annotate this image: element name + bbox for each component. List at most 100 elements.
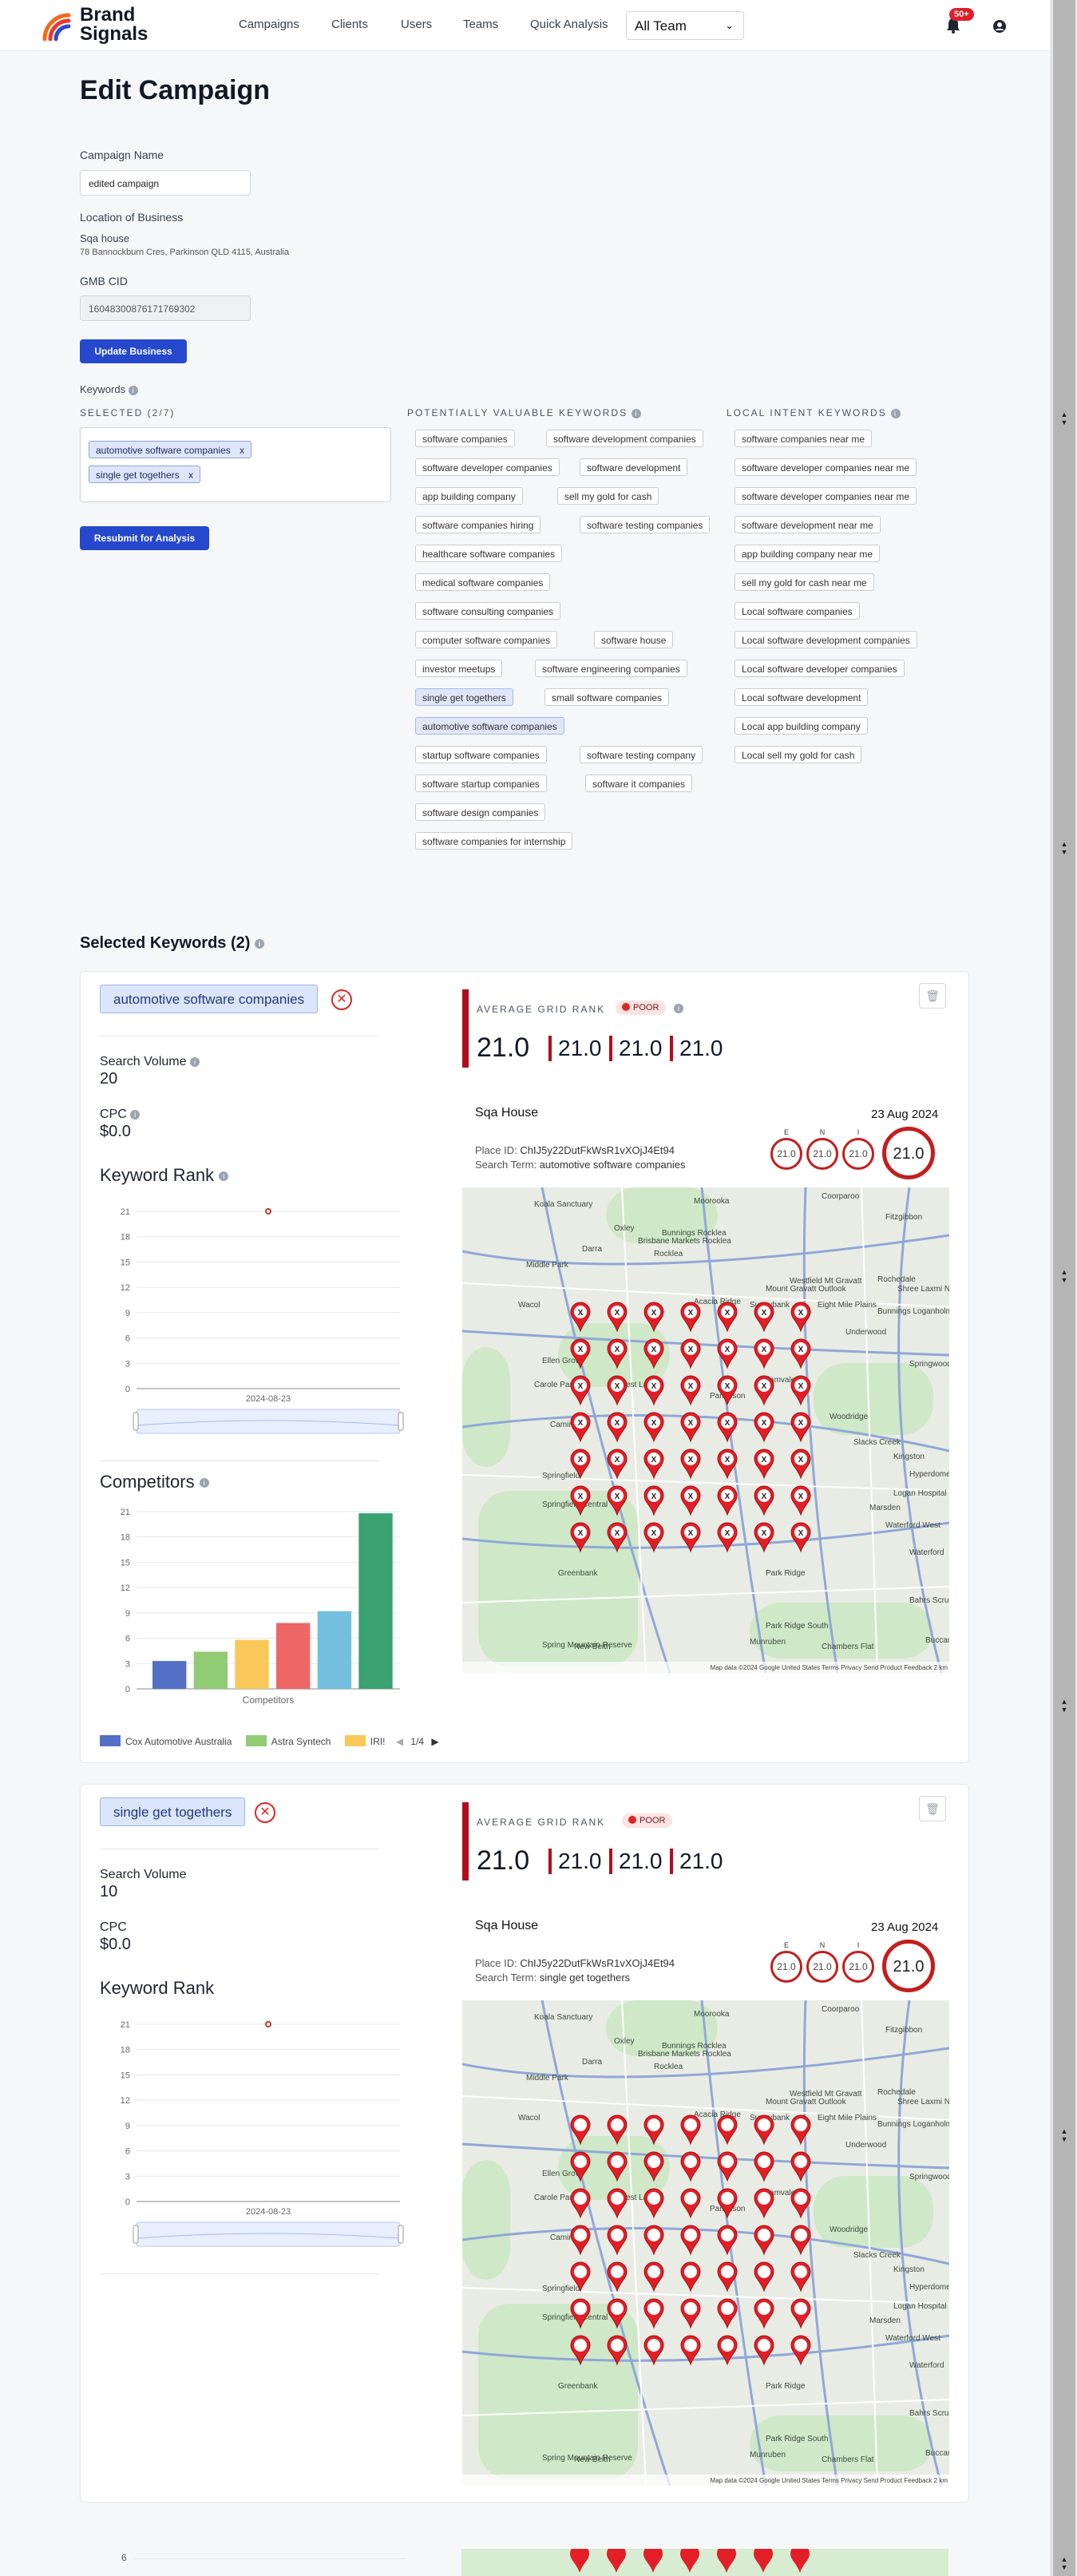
zoom-handle-left[interactable] (133, 2225, 139, 2244)
scrollbar-thumb[interactable] (1053, 0, 1075, 2576)
remove-keyword-icon[interactable]: x (240, 445, 244, 456)
y-tick-label: 0 (125, 1385, 130, 1394)
grid-pin[interactable] (717, 2549, 736, 2573)
remove-keyword-icon[interactable]: ✕ (255, 1802, 275, 1823)
keyword-chip[interactable]: software startup companies (415, 775, 547, 792)
keyword-chip[interactable]: Local software development companies (734, 631, 917, 648)
nav-teams[interactable]: Teams (463, 18, 498, 31)
keyword-chip[interactable]: software developer companies near me (734, 458, 917, 476)
competitor-bar[interactable] (235, 1639, 269, 1689)
legend-prev-icon[interactable]: ◀ (396, 1736, 403, 1747)
info-icon[interactable]: i (219, 1171, 229, 1182)
resubmit-analysis-button[interactable]: Resubmit for Analysis (80, 526, 209, 550)
business-name: Sqa House (475, 1919, 539, 1932)
keyword-chip[interactable]: software development near me (734, 516, 881, 533)
brand-logo[interactable]: Brand Signals (40, 6, 152, 44)
keyword-chip[interactable]: app building company (415, 487, 523, 505)
keyword-chip[interactable]: Local app building company (734, 717, 868, 735)
map-place-label: Shree Laxmi Narayan Mandir (897, 1285, 949, 1294)
keyword-chip[interactable]: computer software companies (415, 631, 558, 648)
keyword-chip[interactable]: software developer companies near me (734, 487, 917, 505)
info-icon[interactable]: i (891, 408, 901, 418)
delete-card-button[interactable]: 🗑 (919, 983, 946, 1009)
keyword-chip[interactable]: Local sell my gold for cash (734, 746, 862, 763)
zoom-handle-right[interactable] (398, 1412, 404, 1431)
keyword-chip[interactable]: healthcare software companies (415, 545, 563, 562)
keyword-chip[interactable]: software developer companies (415, 458, 560, 476)
info-icon[interactable]: i (189, 1056, 200, 1067)
y-tick-label: 18 (121, 2046, 130, 2055)
zoom-slider[interactable] (136, 1409, 401, 1434)
info-icon[interactable]: i (199, 1478, 209, 1488)
keyword-chip[interactable]: software testing company (580, 746, 703, 763)
keyword-chip[interactable]: medical software companies (415, 573, 551, 591)
competitor-bar[interactable] (358, 1513, 393, 1689)
zoom-handle-right[interactable] (398, 2225, 404, 2244)
grid-pin[interactable] (643, 2549, 663, 2573)
keyword-chip[interactable]: Local software development (734, 688, 869, 706)
user-account-icon[interactable] (992, 19, 1007, 34)
grid-pin[interactable] (570, 2549, 589, 2573)
keyword-chip[interactable]: software companies hiring (415, 516, 541, 533)
legend-item[interactable]: Cox Automotive Australia (100, 1735, 232, 1747)
keyword-chip[interactable]: software development companies (546, 430, 703, 447)
nav-users[interactable]: Users (401, 18, 432, 31)
rank-point[interactable] (265, 1208, 271, 1215)
nav-campaigns[interactable]: Campaigns (239, 18, 299, 31)
legend-item[interactable]: Astra Syntech (245, 1735, 331, 1747)
remove-keyword-icon[interactable]: x (188, 470, 193, 481)
info-icon[interactable]: i (254, 938, 264, 949)
keyword-chip[interactable]: software house (594, 631, 674, 648)
legend-item[interactable]: IRI! (344, 1735, 385, 1747)
keyword-chip[interactable]: software it companies (585, 775, 693, 792)
grid-pin[interactable] (754, 2549, 773, 2573)
grid-pin[interactable] (680, 2549, 699, 2573)
competitor-bar[interactable] (317, 1611, 352, 1689)
delete-card-button[interactable]: 🗑 (919, 1796, 946, 1821)
legend-next-icon[interactable]: ▶ (431, 1736, 438, 1747)
info-icon[interactable]: i (674, 1004, 683, 1013)
keyword-chip[interactable]: investor meetups (415, 660, 503, 677)
selected-keywords-box[interactable]: automotive software companies x single g… (80, 427, 391, 502)
gmb-cid-input[interactable]: 16048300876171769302 (80, 295, 251, 321)
keyword-chip[interactable]: software companies for internship (415, 832, 573, 850)
keyword-chip[interactable]: Local software developer companies (734, 660, 905, 677)
info-icon[interactable]: i (632, 408, 642, 418)
keyword-chip[interactable]: app building company near me (734, 545, 881, 562)
keyword-chip[interactable]: single get togethers (415, 688, 513, 706)
place-id-label: Place ID: (475, 1957, 517, 1969)
grid-rank-map[interactable]: Moorooka Coorparoo Koala Sanctuary Oxley Dar… (462, 1187, 949, 1673)
keyword-chip[interactable]: software engineering companies (535, 660, 687, 677)
rank-point[interactable] (265, 2021, 271, 2027)
team-select[interactable]: All Team ⌄ (626, 11, 744, 40)
keyword-chip[interactable]: software testing companies (580, 516, 711, 533)
keyword-chip[interactable]: sell my gold for cash near me (734, 573, 874, 591)
info-icon[interactable]: i (128, 385, 138, 395)
keyword-chip[interactable]: automotive software companies (415, 717, 564, 735)
info-icon[interactable]: i (130, 1109, 141, 1120)
nav-quick-analysis[interactable]: Quick Analysis (530, 18, 608, 31)
competitor-bar[interactable] (276, 1623, 311, 1689)
grid-pin[interactable] (790, 2549, 810, 2573)
grid-rank-map[interactable]: Moorooka Coorparoo Koala Sanctuary Oxley Dar… (462, 2000, 949, 2486)
keyword-chip[interactable]: software companies near me (734, 430, 873, 447)
keyword-chip[interactable]: Local software companies (734, 602, 860, 620)
keyword-chip[interactable]: software companies (415, 430, 515, 447)
keyword-card: automotive software companies ✕ 🗑 Search… (80, 971, 969, 1763)
keyword-chip[interactable]: software design companies (415, 803, 546, 821)
keyword-chip[interactable]: software consulting companies (415, 602, 561, 620)
nav-clients[interactable]: Clients (331, 18, 368, 31)
keyword-chip[interactable]: small software companies (544, 688, 670, 706)
remove-keyword-icon[interactable]: ✕ (331, 989, 352, 1010)
zoom-handle-left[interactable] (133, 1412, 139, 1431)
keyword-chip[interactable]: sell my gold for cash (557, 487, 659, 505)
zoom-slider[interactable] (136, 2221, 401, 2247)
campaign-name-input[interactable]: edited campaign (80, 170, 251, 196)
grid-pin[interactable] (607, 2549, 626, 2573)
update-business-button[interactable]: Update Business (80, 339, 187, 363)
competitor-bar[interactable] (193, 1651, 228, 1689)
pin-label: X (725, 1345, 731, 1354)
competitor-bar[interactable] (152, 1661, 187, 1689)
keyword-chip[interactable]: startup software companies (415, 746, 547, 763)
keyword-chip[interactable]: software development (580, 458, 688, 476)
